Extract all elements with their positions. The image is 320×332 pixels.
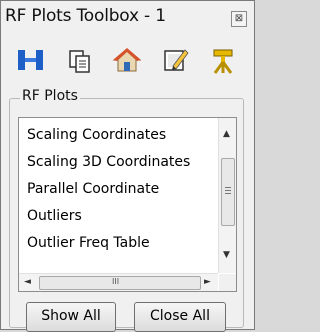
list-item[interactable]: Scaling Coordinates <box>27 127 166 143</box>
window-title: RF Plots Toolbox - 1 <box>5 6 166 26</box>
home-icon[interactable] <box>111 44 143 76</box>
list-item[interactable]: Scaling 3D Coordinates <box>27 154 190 170</box>
scroll-up-icon[interactable]: ▲ <box>223 130 230 139</box>
grip-line <box>225 190 231 191</box>
edit-note-icon[interactable] <box>159 44 191 76</box>
tripod-icon[interactable] <box>207 44 239 76</box>
close-icon[interactable]: ⊠ <box>231 11 247 27</box>
toolbox-window: RF Plots Toolbox - 1 ⊠ RF Plots Scaling … <box>0 0 255 332</box>
group-label: RF Plots <box>20 88 80 104</box>
copy-icon[interactable] <box>63 44 95 76</box>
scroll-corner <box>219 274 236 291</box>
close-all-button[interactable]: Close All <box>134 302 226 332</box>
horizontal-scroll-thumb[interactable]: III <box>39 276 201 290</box>
toolbar <box>15 44 245 78</box>
grip-line <box>225 187 231 188</box>
title-bar[interactable]: RF Plots Toolbox - 1 ⊠ <box>5 5 252 37</box>
list-item[interactable]: Outlier Freq Table <box>27 235 150 251</box>
scroll-left-icon[interactable]: ◄ <box>24 278 31 287</box>
vertical-scroll-thumb[interactable] <box>221 158 235 226</box>
vertical-scrollbar[interactable]: ▲ ▼ <box>218 118 236 273</box>
scroll-down-icon[interactable]: ▼ <box>223 251 230 260</box>
rf-plots-list[interactable]: Scaling Coordinates Scaling 3D Coordinat… <box>18 117 237 292</box>
list-item[interactable]: Outliers <box>27 208 82 224</box>
list-item[interactable]: Parallel Coordinate <box>27 181 159 197</box>
grip-line <box>225 193 231 194</box>
rf-plots-group: RF Plots Scaling Coordinates Scaling 3D … <box>9 88 244 332</box>
grip-icon: III <box>112 277 120 286</box>
show-all-button[interactable]: Show All <box>26 302 116 332</box>
blue-bars-icon[interactable] <box>15 44 47 76</box>
horizontal-scrollbar[interactable]: ◄ III ► <box>19 273 218 291</box>
scroll-right-icon[interactable]: ► <box>204 278 211 287</box>
